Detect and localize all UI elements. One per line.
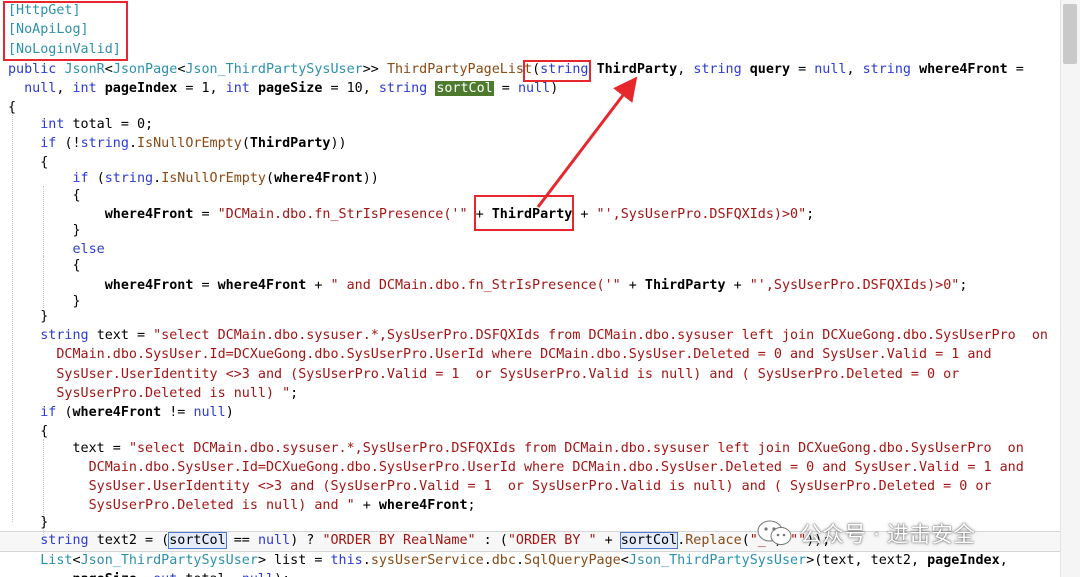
watermark-text: 公众号 · 进击安全 [800, 523, 975, 548]
annotation-arrow [536, 76, 638, 208]
watermark: 公众号 · 进击安全 [756, 518, 975, 548]
arrow-line [536, 76, 638, 208]
wechat-icon [757, 520, 792, 545]
